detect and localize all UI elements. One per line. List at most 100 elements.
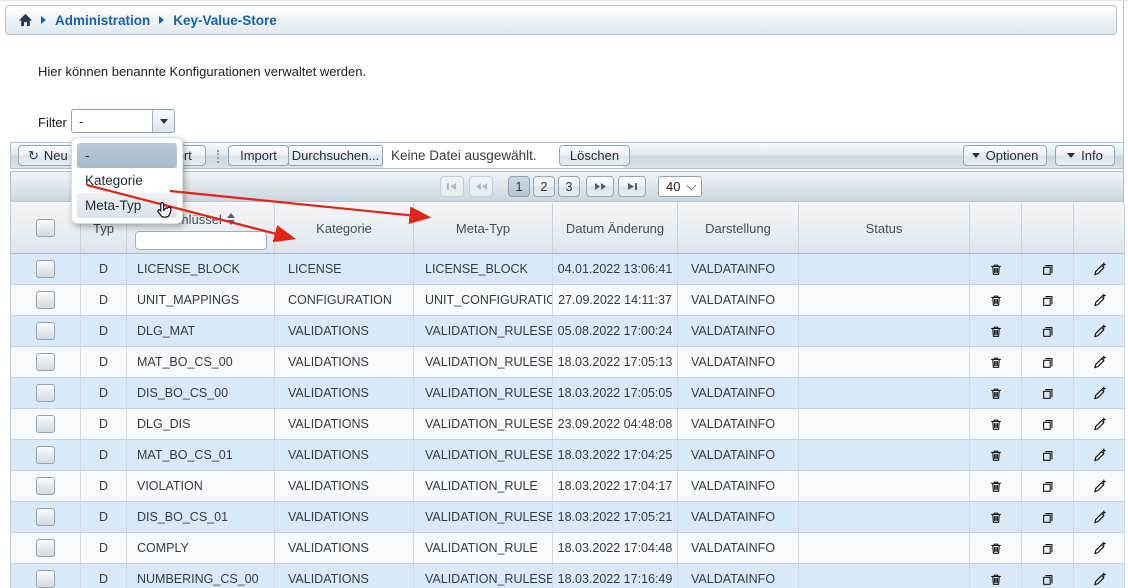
delete-file-button[interactable]: Löschen xyxy=(559,145,630,166)
row-checkbox[interactable] xyxy=(36,415,55,433)
edit-row-button[interactable] xyxy=(1088,382,1110,404)
edit-row-button[interactable] xyxy=(1088,320,1110,342)
info-menu-button[interactable]: Info xyxy=(1055,145,1115,166)
edit-row-button[interactable] xyxy=(1088,351,1110,373)
header-action-1 xyxy=(970,203,1022,254)
row-checkbox[interactable] xyxy=(36,322,55,340)
header-datum[interactable]: Datum Änderung xyxy=(553,203,678,254)
edit-row-button[interactable] xyxy=(1088,258,1110,280)
cell-meta-typ: VALIDATION_RULESET xyxy=(414,316,553,347)
breadcrumb-administration[interactable]: Administration xyxy=(55,13,150,28)
cell-meta-typ: VALIDATION_RULE xyxy=(414,533,553,564)
filter-dropdown-option[interactable]: Kategorie xyxy=(77,168,177,193)
delete-row-button[interactable] xyxy=(985,258,1007,280)
filter-select-arrow-button[interactable] xyxy=(152,110,174,132)
row-checkbox[interactable] xyxy=(36,539,55,557)
copy-row-button[interactable] xyxy=(1037,382,1059,404)
copy-row-button[interactable] xyxy=(1037,351,1059,373)
edit-row-button[interactable] xyxy=(1088,568,1110,588)
delete-row-button[interactable] xyxy=(985,444,1007,466)
header-darstellung[interactable]: Darstellung xyxy=(678,203,799,254)
row-checkbox[interactable] xyxy=(36,353,55,371)
row-checkbox[interactable] xyxy=(36,260,55,278)
table-row: D DLG_MAT VALIDATIONS VALIDATION_RULESET… xyxy=(11,316,1125,347)
cell-schluessel: NUMBERING_CS_00 xyxy=(127,564,275,588)
delete-row-button[interactable] xyxy=(985,475,1007,497)
cell-status xyxy=(799,254,970,285)
edit-row-button[interactable] xyxy=(1088,537,1110,559)
cell-datum: 18.03.2022 17:16:49 xyxy=(553,564,678,588)
page-size-select[interactable]: 40 xyxy=(658,176,702,197)
copy-row-button[interactable] xyxy=(1037,537,1059,559)
row-checkbox[interactable] xyxy=(36,477,55,495)
filter-dropdown-option[interactable]: - xyxy=(77,143,177,168)
options-menu-button[interactable]: Optionen xyxy=(963,145,1047,166)
page-1-button[interactable]: 1 xyxy=(508,176,530,197)
edit-row-button[interactable] xyxy=(1088,475,1110,497)
cell-kategorie: VALIDATIONS xyxy=(275,378,414,409)
last-page-button[interactable] xyxy=(618,176,646,197)
delete-row-button[interactable] xyxy=(985,351,1007,373)
sort-icon[interactable] xyxy=(227,213,235,225)
cell-schluessel: COMPLY xyxy=(127,533,275,564)
edit-row-button[interactable] xyxy=(1088,289,1110,311)
home-icon[interactable] xyxy=(18,13,33,27)
copy-row-button[interactable] xyxy=(1037,320,1059,342)
schluessel-filter-input[interactable] xyxy=(135,231,267,250)
next-page-button[interactable] xyxy=(586,176,614,197)
header-status[interactable]: Status xyxy=(799,203,970,254)
browse-button[interactable]: Durchsuchen... xyxy=(288,145,383,166)
edit-row-button[interactable] xyxy=(1088,506,1110,528)
row-checkbox[interactable] xyxy=(36,508,55,526)
table-row: D VIOLATION VALIDATIONS VALIDATION_RULE … xyxy=(11,471,1125,502)
copy-row-button[interactable] xyxy=(1037,475,1059,497)
delete-row-button[interactable] xyxy=(985,413,1007,435)
cell-typ: D xyxy=(81,347,127,378)
header-meta-typ[interactable]: Meta-Typ xyxy=(414,203,553,254)
row-checkbox[interactable] xyxy=(36,291,55,309)
select-all-checkbox[interactable] xyxy=(36,219,55,237)
page-2-button[interactable]: 2 xyxy=(533,176,555,197)
first-page-button[interactable] xyxy=(440,176,464,197)
delete-row-button[interactable] xyxy=(985,568,1007,588)
cell-darstellung: VALDATAINFO xyxy=(678,378,799,409)
delete-row-button[interactable] xyxy=(985,320,1007,342)
delete-row-button[interactable] xyxy=(985,289,1007,311)
cell-typ: D xyxy=(81,316,127,347)
filter-dropdown-option[interactable]: Meta-Typ xyxy=(77,193,177,218)
table-row: D MAT_BO_CS_01 VALIDATIONS VALIDATION_RU… xyxy=(11,440,1125,471)
row-checkbox[interactable] xyxy=(36,384,55,402)
edit-row-button[interactable] xyxy=(1088,444,1110,466)
delete-row-button[interactable] xyxy=(985,506,1007,528)
table-body: D LICENSE_BLOCK LICENSE LICENSE_BLOCK 04… xyxy=(11,254,1125,588)
page-3-button[interactable]: 3 xyxy=(558,176,580,197)
cell-status xyxy=(799,285,970,316)
import-button[interactable]: Import xyxy=(228,145,289,166)
copy-row-button[interactable] xyxy=(1037,444,1059,466)
cell-kategorie: VALIDATIONS xyxy=(275,316,414,347)
toolbar-grip-icon xyxy=(217,150,221,163)
cell-meta-typ: VALIDATION_RULESET xyxy=(414,409,553,440)
copy-row-button[interactable] xyxy=(1037,413,1059,435)
cell-darstellung: VALDATAINFO xyxy=(678,316,799,347)
copy-row-button[interactable] xyxy=(1037,568,1059,588)
options-label: Optionen xyxy=(986,148,1039,163)
edit-row-button[interactable] xyxy=(1088,413,1110,435)
copy-row-button[interactable] xyxy=(1037,289,1059,311)
prev-page-button[interactable] xyxy=(469,176,493,197)
filter-select[interactable]: - xyxy=(71,109,175,133)
breadcrumb-key-value-store[interactable]: Key-Value-Store xyxy=(173,13,277,28)
row-checkbox[interactable] xyxy=(36,570,55,588)
copy-row-button[interactable] xyxy=(1037,506,1059,528)
cell-datum: 27.09.2022 14:11:37 xyxy=(553,285,678,316)
header-kategorie[interactable]: Kategorie xyxy=(275,203,414,254)
cell-datum: 18.03.2022 17:04:48 xyxy=(553,533,678,564)
copy-row-button[interactable] xyxy=(1037,258,1059,280)
cell-status xyxy=(799,502,970,533)
delete-row-button[interactable] xyxy=(985,382,1007,404)
delete-row-button[interactable] xyxy=(985,537,1007,559)
cell-kategorie: VALIDATIONS xyxy=(275,440,414,471)
row-checkbox[interactable] xyxy=(36,446,55,464)
cell-status xyxy=(799,347,970,378)
cell-darstellung: VALDATAINFO xyxy=(678,564,799,588)
